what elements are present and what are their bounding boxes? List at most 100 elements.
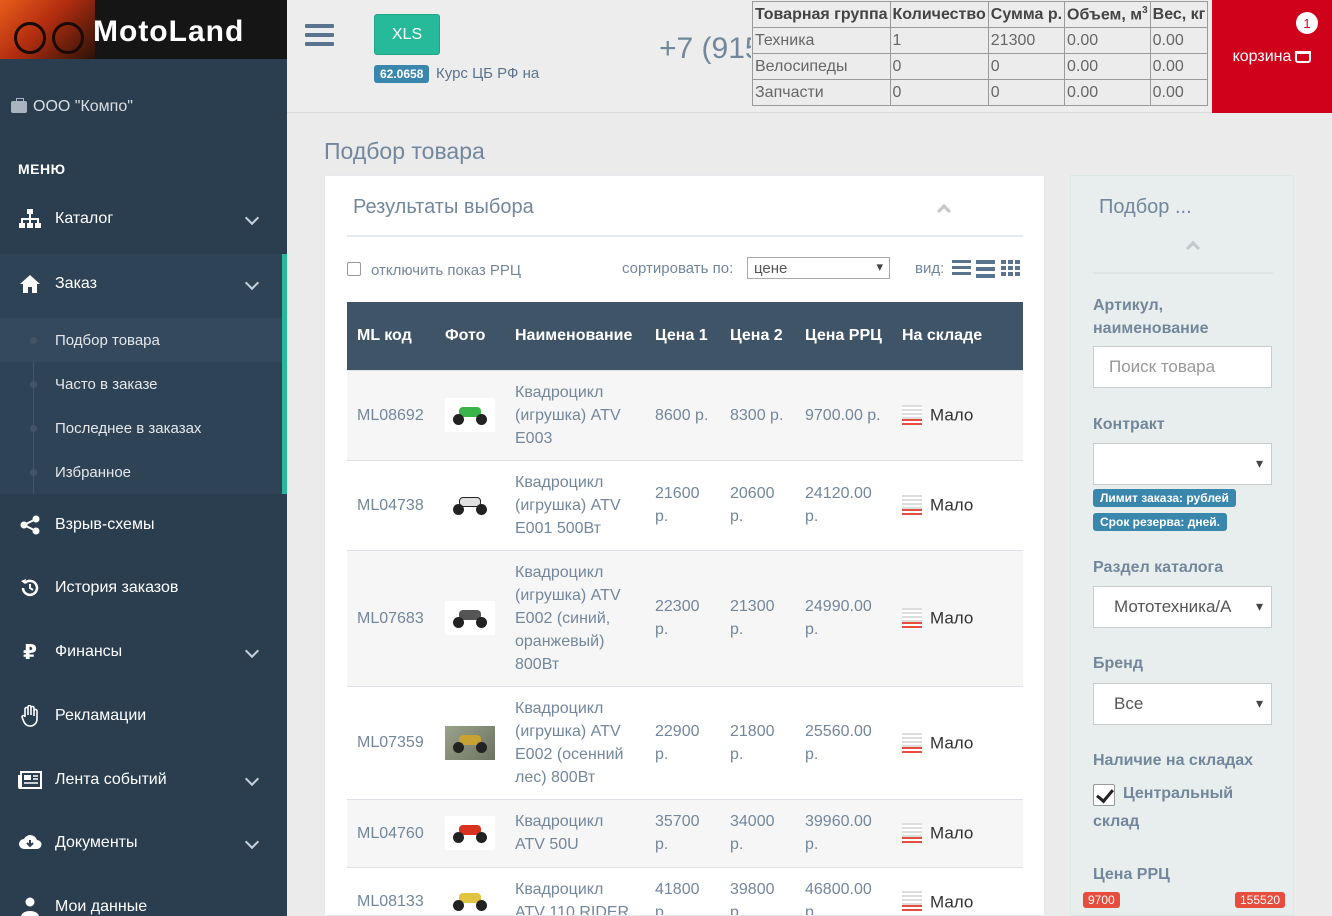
sidebar-subitem-recent[interactable]: Последнее в заказах bbox=[0, 406, 282, 450]
sidebar-item-label: Документы bbox=[55, 834, 138, 851]
table-row[interactable]: ML04738 Квадроцикл (игрушка) ATV E001 50… bbox=[347, 459, 1023, 550]
product-name[interactable]: Квадроцикл (игрушка) ATV E001 500Вт bbox=[505, 459, 645, 550]
table-row[interactable]: ML07683 Квадроцикл (игрушка) ATV E002 (с… bbox=[347, 549, 1023, 686]
contract-select[interactable] bbox=[1093, 443, 1272, 485]
stock-cell: Мало bbox=[892, 549, 1023, 686]
product-photo[interactable] bbox=[445, 884, 495, 915]
summary-cell: 0 bbox=[987, 53, 1066, 80]
price-min-tag[interactable]: 9700 bbox=[1083, 892, 1120, 908]
column-header[interactable]: Цена РРЦ bbox=[795, 302, 892, 370]
summary-cell: Техника bbox=[752, 27, 891, 54]
phone-number[interactable]: +7 (915 bbox=[659, 32, 751, 66]
price-1: 8600 р. bbox=[645, 369, 720, 460]
catalog-section-select[interactable]: Мототехника/А bbox=[1093, 586, 1272, 628]
view-label: вид: bbox=[915, 260, 945, 277]
summary-cell: 0.00 bbox=[1149, 53, 1209, 80]
sidebar-item-order[interactable]: Заказ bbox=[0, 254, 287, 314]
column-header[interactable]: Цена 2 bbox=[720, 302, 795, 370]
summary-cell: 0.00 bbox=[1149, 79, 1209, 106]
sidebar-item-order-history[interactable]: История заказов bbox=[0, 558, 287, 618]
product-name[interactable]: Квадроцикл (игрушка) ATV E003 bbox=[505, 369, 645, 460]
ml-code[interactable]: ML08692 bbox=[347, 369, 435, 460]
ml-code[interactable]: ML08133 bbox=[347, 866, 435, 915]
product-name[interactable]: Квадроцикл (игрушка) ATV E002 (синий, ор… bbox=[505, 549, 645, 686]
table-row[interactable]: ML07359 Квадроцикл (игрушка) ATV E002 (о… bbox=[347, 685, 1023, 799]
brand-select[interactable]: Все bbox=[1093, 683, 1272, 725]
sidebar-subitem-frequent[interactable]: Часто в заказе bbox=[0, 362, 282, 406]
sidebar-item-label: История заказов bbox=[55, 579, 179, 596]
table-row[interactable]: ML08692 Квадроцикл (игрушка) ATV E003 86… bbox=[347, 369, 1023, 460]
sidebar-item-exploded-views[interactable]: Взрыв-схемы bbox=[0, 495, 287, 555]
sidebar-item-my-data[interactable]: Мои данные bbox=[0, 877, 287, 916]
photo-cell bbox=[435, 798, 505, 867]
chevron-up-icon[interactable] bbox=[1185, 240, 1201, 256]
product-name[interactable]: Квадроцикл ATV 50U bbox=[505, 798, 645, 867]
price-2: 34000 р. bbox=[720, 798, 795, 867]
product-search-input[interactable]: Поиск товара bbox=[1093, 346, 1272, 388]
sidebar: MotoLand ООО "Компо" МЕНЮ Каталог Заказ … bbox=[0, 0, 287, 916]
sidebar-item-finance[interactable]: ₽ Финансы bbox=[0, 622, 287, 682]
stock-availability-label: Наличие на складах bbox=[1093, 752, 1254, 769]
list-view-icon[interactable] bbox=[952, 260, 971, 276]
product-name[interactable]: Квадроцикл (игрушка) ATV E002 (осенний л… bbox=[505, 685, 645, 799]
summary-header-volume: Объем, м3 bbox=[1064, 1, 1151, 28]
summary-cell: 0.00 bbox=[1149, 27, 1209, 54]
detailed-list-view-icon[interactable] bbox=[976, 260, 995, 278]
product-photo[interactable] bbox=[445, 601, 495, 635]
ml-code[interactable]: ML07359 bbox=[347, 685, 435, 799]
subitem-label: Последнее в заказах bbox=[55, 419, 202, 437]
table-row[interactable]: ML04760 Квадроцикл ATV 50U 35700 р. 3400… bbox=[347, 798, 1023, 867]
product-photo[interactable] bbox=[445, 725, 495, 760]
sidebar-subitem-favorites[interactable]: Избранное bbox=[0, 450, 282, 494]
summary-cell: Велосипеды bbox=[752, 53, 891, 80]
sidebar-item-label: Заказ bbox=[55, 275, 97, 292]
exchange-rate-label: Курс ЦБ РФ на bbox=[436, 65, 540, 82]
column-header[interactable]: Наименование bbox=[505, 302, 645, 370]
summary-row: Велосипеды 0 0 0.00 0.00 bbox=[752, 53, 1209, 80]
ml-code[interactable]: ML04760 bbox=[347, 798, 435, 867]
stock-status: Мало bbox=[930, 495, 974, 515]
stock-cell: Мало bbox=[892, 459, 1023, 550]
page-title: Подбор товара bbox=[324, 138, 485, 164]
sort-select[interactable]: цене bbox=[747, 257, 890, 279]
grid-view-icon[interactable] bbox=[1001, 260, 1020, 276]
logo[interactable]: MotoLand bbox=[0, 0, 287, 59]
rrc-toggle-checkbox[interactable] bbox=[347, 262, 361, 276]
divider bbox=[347, 235, 1023, 237]
subitem-label: Избранное bbox=[55, 463, 132, 481]
sidebar-item-claims[interactable]: Рекламации bbox=[0, 686, 287, 746]
ml-code[interactable]: ML07683 bbox=[347, 549, 435, 686]
share-icon bbox=[18, 514, 42, 536]
stock-level-icon bbox=[902, 405, 922, 426]
sidebar-item-events-feed[interactable]: Лента событий bbox=[0, 750, 287, 810]
chevron-up-icon[interactable] bbox=[936, 203, 952, 219]
price-max-tag[interactable]: 155520 bbox=[1235, 892, 1286, 908]
ml-code[interactable]: ML04738 bbox=[347, 459, 435, 550]
top-bar: XLS 62.0658 Курс ЦБ РФ на +7 (915 Товарн… bbox=[287, 0, 1332, 113]
sidebar-item-documents[interactable]: Документы bbox=[0, 813, 287, 873]
stock-status: Мало bbox=[930, 405, 974, 425]
product-photo[interactable] bbox=[445, 398, 495, 432]
sidebar-item-catalog[interactable]: Каталог bbox=[0, 189, 287, 249]
product-photo[interactable] bbox=[445, 488, 495, 522]
cart-button[interactable]: корзина 1 bbox=[1212, 0, 1332, 113]
product-photo[interactable] bbox=[445, 816, 495, 850]
summary-cell: 1 bbox=[889, 27, 989, 54]
column-header[interactable]: ML код bbox=[347, 302, 435, 370]
filter-title: Подбор ... bbox=[1099, 196, 1192, 218]
stock-level-icon bbox=[902, 608, 922, 629]
table-row[interactable]: ML08133 Квадроцикл ATV 110 RIDER 41800 р… bbox=[347, 866, 1023, 915]
column-header[interactable]: Цена 1 bbox=[645, 302, 720, 370]
sidebar-item-label: Каталог bbox=[55, 210, 114, 227]
xls-export-button[interactable]: XLS bbox=[374, 14, 440, 55]
sidebar-subitem-product-selection[interactable]: Подбор товара bbox=[0, 318, 282, 362]
products-table: ML код Фото Наименование Цена 1 Цена 2 Ц… bbox=[347, 302, 1023, 915]
price-1: 21600 р. bbox=[645, 459, 720, 550]
column-header[interactable]: На складе bbox=[892, 302, 1023, 370]
submenu-dot bbox=[30, 469, 37, 476]
product-name[interactable]: Квадроцикл ATV 110 RIDER bbox=[505, 866, 645, 915]
menu-toggle-icon[interactable] bbox=[305, 24, 334, 48]
sidebar-item-label: Финансы bbox=[55, 643, 123, 660]
subitem-label: Подбор товара bbox=[55, 331, 160, 349]
price-rrc: 25560.00 р. bbox=[795, 685, 892, 799]
